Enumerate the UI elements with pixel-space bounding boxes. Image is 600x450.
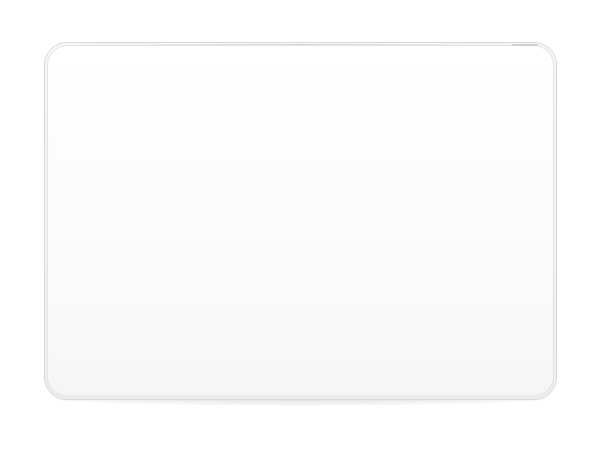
power-switch-detail	[512, 44, 538, 46]
product-photo	[0, 0, 600, 450]
trackpad-top-rim	[70, 44, 530, 45]
trackpad-surface	[47, 45, 554, 397]
